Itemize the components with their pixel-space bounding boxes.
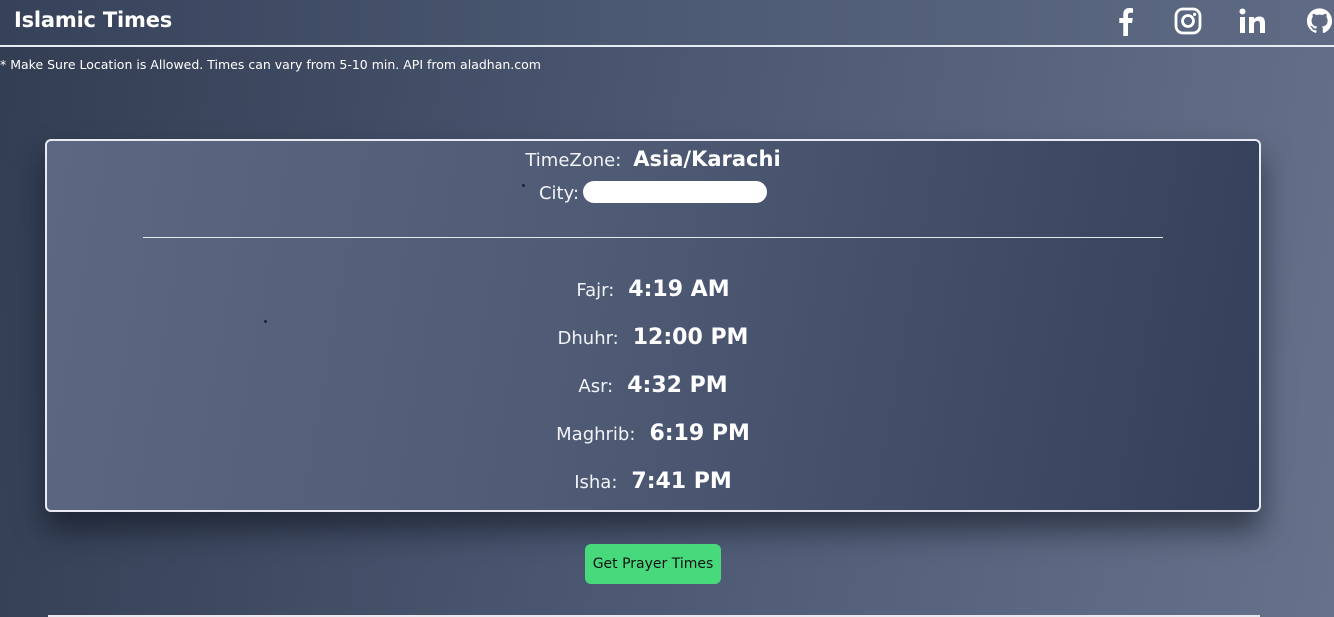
prayer-time: 4:19 AM [628, 277, 730, 302]
prayer-time: 4:32 PM [627, 373, 728, 398]
timezone-label: TimeZone: [525, 150, 622, 171]
city-value-redacted [583, 181, 768, 203]
timezone-value: Asia/Karachi [633, 147, 781, 171]
brand-title[interactable]: Islamic Times [14, 8, 172, 32]
navbar: Islamic Times [0, 0, 1334, 47]
prayer-label: Fajr: [576, 280, 615, 301]
github-icon[interactable] [1305, 6, 1334, 36]
prayer-row-dhuhr: Dhuhr: 12:00 PM [47, 325, 1259, 350]
prayer-time: 6:19 PM [649, 421, 750, 446]
city-label: City: [538, 183, 580, 204]
divider [143, 237, 1163, 238]
prayer-label: Dhuhr: [557, 328, 619, 349]
prayer-row-maghrib: Maghrib: 6:19 PM [47, 421, 1259, 446]
get-prayer-times-button[interactable]: Get Prayer Times [585, 544, 721, 584]
prayer-label: Asr: [578, 376, 614, 397]
timezone-row: TimeZone: Asia/Karachi [47, 147, 1259, 171]
facebook-icon[interactable] [1115, 6, 1135, 36]
prayer-row-fajr: Fajr: 4:19 AM [47, 277, 1259, 302]
prayer-label: Maghrib: [556, 424, 636, 445]
decorative-dot [264, 320, 267, 323]
decorative-dot [522, 184, 525, 187]
linkedin-icon[interactable] [1238, 6, 1268, 36]
prayer-time: 7:41 PM [631, 469, 732, 494]
prayer-row-asr: Asr: 4:32 PM [47, 373, 1259, 398]
prayer-row-isha: Isha: 7:41 PM [47, 469, 1259, 494]
prayer-time: 12:00 PM [632, 325, 749, 350]
instagram-icon[interactable] [1173, 6, 1203, 36]
prayer-label: Isha: [574, 472, 618, 493]
city-row: City: [47, 181, 1259, 204]
prayer-times-card: TimeZone: Asia/Karachi City: Fajr: 4:19 AM… [45, 139, 1261, 512]
location-notice: * Make Sure Location is Allowed. Times c… [0, 57, 541, 72]
